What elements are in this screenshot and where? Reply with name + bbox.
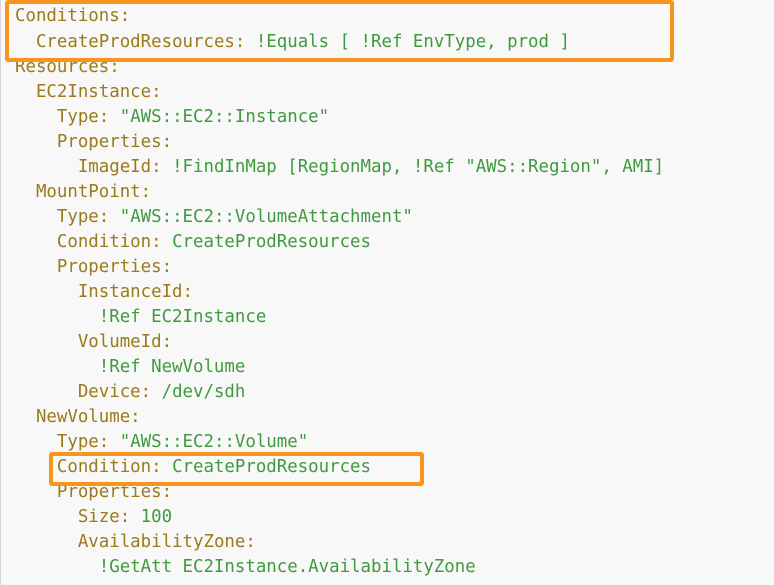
yaml-value: "AWS::EC2::Instance" <box>109 107 330 127</box>
yaml-value: !Equals [ !Ref EnvType, prod ] <box>245 32 570 52</box>
yaml-value: CreateProdResources <box>161 232 371 252</box>
code-line: Resources: <box>15 55 120 80</box>
code-line: Type: "AWS::EC2::VolumeAttachment" <box>15 205 413 230</box>
yaml-key: ImageId: <box>77 157 162 177</box>
yaml-key: Type: <box>56 107 110 127</box>
code-line: EC2Instance: <box>15 80 162 105</box>
yaml-key: Conditions: <box>15 6 131 26</box>
code-line: Type: "AWS::EC2::Volume" <box>15 430 308 455</box>
yaml-value: CreateProdResources <box>161 457 371 477</box>
yaml-value: !GetAtt EC2Instance.AvailabilityZone <box>98 557 476 577</box>
yaml-key: Condition: <box>56 232 162 252</box>
yaml-key: InstanceId: <box>77 282 193 302</box>
code-line: Size: 100 <box>15 505 172 530</box>
code-line: NewVolume: <box>15 405 141 430</box>
yaml-key: Type: <box>56 432 110 452</box>
code-line: Condition: CreateProdResources <box>15 455 371 480</box>
code-line: Type: "AWS::EC2::Instance" <box>15 105 329 130</box>
code-line: VolumeId: <box>15 330 172 355</box>
yaml-key: NewVolume: <box>35 407 141 427</box>
code-line: Properties: <box>15 255 172 280</box>
code-line: !GetAtt EC2Instance.AvailabilityZone <box>15 555 476 580</box>
code-line: CreateProdResources: !Equals [ !Ref EnvT… <box>15 30 570 55</box>
code-line: Properties: <box>15 130 172 155</box>
yaml-key: Properties: <box>56 132 173 152</box>
code-line: !Ref EC2Instance <box>15 305 267 330</box>
yaml-value: "AWS::EC2::Volume" <box>109 432 309 452</box>
code-line: InstanceId: <box>15 280 193 305</box>
yaml-key: MountPoint: <box>35 182 152 202</box>
yaml-key: VolumeId: <box>77 332 173 352</box>
code-line: Conditions: <box>15 4 130 29</box>
code-line: ImageId: !FindInMap [RegionMap, !Ref "AW… <box>15 155 664 180</box>
yaml-key: Condition: <box>56 457 162 477</box>
yaml-value: !Ref EC2Instance <box>98 307 267 327</box>
yaml-key: Properties: <box>56 482 173 502</box>
code-line: Condition: CreateProdResources <box>15 230 371 255</box>
yaml-key: Properties: <box>56 257 173 277</box>
code-line: Device: /dev/sdh <box>15 380 246 405</box>
yaml-key: Size: <box>77 507 131 527</box>
yaml-key: AvailabilityZone: <box>77 532 256 552</box>
yaml-key: EC2Instance: <box>35 82 162 102</box>
yaml-key: Resources: <box>15 57 120 77</box>
yaml-key: Device: <box>77 382 152 402</box>
code-line: Properties: <box>15 480 172 505</box>
yaml-key: CreateProdResources: <box>35 32 246 52</box>
yaml-code-block: Conditions: CreateProdResources: !Equals… <box>0 0 774 585</box>
yaml-value: 100 <box>130 507 173 527</box>
yaml-key: Type: <box>56 207 110 227</box>
code-line: AvailabilityZone: <box>15 530 256 555</box>
yaml-value: /dev/sdh <box>151 382 246 402</box>
yaml-value: !Ref NewVolume <box>98 357 246 377</box>
code-line: !Ref NewVolume <box>15 355 246 380</box>
yaml-value: !FindInMap [RegionMap, !Ref "AWS::Region… <box>161 157 665 177</box>
yaml-value: "AWS::EC2::VolumeAttachment" <box>109 207 413 227</box>
code-line: MountPoint: <box>15 180 151 205</box>
